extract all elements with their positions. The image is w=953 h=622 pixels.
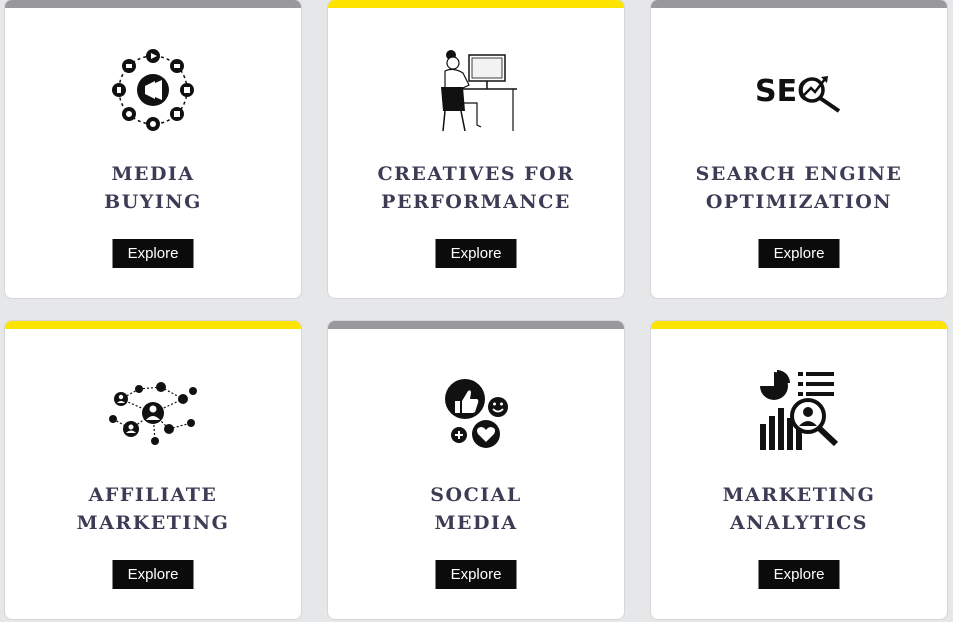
service-card-creatives-for-performance: CREATIVES FOR PERFORMANCE Explore xyxy=(327,0,625,299)
explore-button[interactable]: Explore xyxy=(435,560,517,589)
service-card-seo: SEO SEARCH ENGINE OPTIMIZATION Explore xyxy=(650,0,948,299)
explore-button[interactable]: Explore xyxy=(758,560,840,589)
card-title-line2: BUYING xyxy=(104,191,202,213)
designer-at-desk-icon xyxy=(328,40,624,140)
service-card-social-media: SOCIAL MEDIA Explore xyxy=(327,320,625,620)
card-accent-bar xyxy=(328,321,624,329)
card-title-line1: AFFILIATE xyxy=(88,484,218,506)
card-accent-bar xyxy=(651,0,947,8)
card-title-line1: MEDIA xyxy=(111,163,195,185)
card-title-line2: MEDIA xyxy=(434,512,518,534)
card-title: MEDIA BUYING xyxy=(5,160,301,216)
explore-button[interactable]: Explore xyxy=(435,239,517,268)
card-title-line1: CREATIVES FOR xyxy=(377,163,575,185)
affiliate-network-icon xyxy=(5,361,301,461)
explore-button[interactable]: Explore xyxy=(758,239,840,268)
card-title: MARKETING ANALYTICS xyxy=(651,481,947,537)
card-title-line1: SEARCH ENGINE xyxy=(695,163,903,185)
card-accent-bar xyxy=(651,321,947,329)
card-title: CREATIVES FOR PERFORMANCE xyxy=(328,160,624,216)
service-card-marketing-analytics: MARKETING ANALYTICS Explore xyxy=(650,320,948,620)
card-title: SOCIAL MEDIA xyxy=(328,481,624,537)
card-accent-bar xyxy=(328,0,624,8)
card-title-line1: MARKETING xyxy=(722,484,876,506)
card-title-line1: SOCIAL xyxy=(430,484,522,506)
megaphone-network-icon xyxy=(5,40,301,140)
service-card-affiliate-marketing: AFFILIATE MARKETING Explore xyxy=(4,320,302,620)
explore-button[interactable]: Explore xyxy=(112,560,194,589)
card-accent-bar xyxy=(5,0,301,8)
explore-button[interactable]: Explore xyxy=(112,239,194,268)
card-title-line2: PERFORMANCE xyxy=(381,191,571,213)
card-title: AFFILIATE MARKETING xyxy=(5,481,301,537)
service-card-media-buying: MEDIA BUYING Explore xyxy=(4,0,302,299)
card-title: SEARCH ENGINE OPTIMIZATION xyxy=(651,160,947,216)
analytics-report-icon xyxy=(651,361,947,461)
card-title-line2: ANALYTICS xyxy=(730,512,868,534)
seo-magnifier-icon: SEO xyxy=(651,40,947,140)
social-reactions-icon xyxy=(328,361,624,461)
card-accent-bar xyxy=(5,321,301,329)
card-title-line2: OPTIMIZATION xyxy=(705,191,893,213)
card-title-line2: MARKETING xyxy=(76,512,230,534)
